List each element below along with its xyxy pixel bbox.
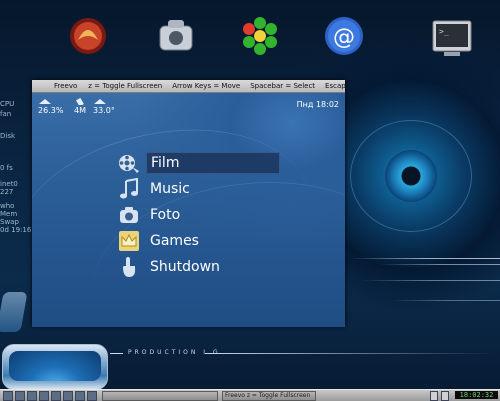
menu-item-music[interactable]: Music (118, 176, 345, 202)
wallpaper-shape (0, 292, 28, 332)
menu-item-shutdown[interactable]: Shutdown (118, 254, 345, 280)
wallpaper-streak (350, 258, 500, 259)
svg-text:@: @ (333, 25, 355, 50)
at-mail-icon[interactable]: @ (322, 14, 366, 58)
hand-icon (118, 256, 140, 278)
hint-move: Arrow Keys = Move (172, 82, 241, 90)
monitor-label: CPU (0, 100, 15, 108)
memory-status: 4M (74, 98, 88, 115)
music-note-icon (118, 178, 140, 200)
divider (110, 353, 123, 354)
temperature-value: 33.0° (93, 106, 115, 115)
memory-value: 4M (74, 106, 86, 115)
taskbar-clock: 18:02:32 (455, 391, 498, 399)
temperature-icon (94, 99, 106, 104)
taskbar: Freevo z = Toggle Fullscreen 18:02:32 (0, 389, 500, 401)
menu-item-label: Foto (150, 207, 181, 223)
memory-icon (76, 98, 84, 105)
status-bar: 26.3% 4M 33.0° Пнд 18:02 (36, 98, 341, 118)
menu-item-film[interactable]: Film (118, 150, 345, 176)
hint-fullscreen: z = Toggle Fullscreen (88, 82, 163, 90)
hint-escape: Escape = Stop/Pre... (325, 82, 345, 90)
menu-item-foto[interactable]: Foto (118, 202, 345, 228)
wallpaper-streak (390, 300, 500, 301)
monitor-label: 227 (0, 188, 14, 196)
taskbar-item-label: Freevo (225, 392, 247, 399)
monitor-label: 0 fs (0, 164, 13, 172)
camera-icon (118, 204, 140, 226)
window-titlebar[interactable]: Freevo z = Toggle Fullscreen Arrow Keys … (32, 80, 345, 93)
monitor-label: fan (0, 110, 12, 118)
camera-icon[interactable] (154, 14, 198, 58)
taskbar-item-label: z = Toggle Fullscreen (246, 392, 311, 399)
clock: Пнд 18:02 (296, 100, 339, 109)
menu-item-label: Film (146, 152, 281, 174)
wallpaper-streak (360, 280, 500, 281)
wallpaper-streak (380, 264, 500, 265)
svg-text:>_: >_ (439, 27, 449, 36)
wallpaper-eye-iris (385, 150, 437, 202)
hint-select: Spacebar = Select (250, 82, 316, 90)
freevo-main-menu: 26.3% 4M 33.0° Пнд 18:02 Film Music Foto… (32, 93, 345, 327)
menu-item-label: Games (150, 233, 199, 249)
cpu-status: 26.3% (38, 98, 63, 115)
window-title: Freevo (54, 82, 78, 90)
cpu-value: 26.3% (38, 106, 64, 115)
menu-item-label: Music (150, 181, 190, 197)
film-reel-icon (118, 152, 140, 174)
menu-item-label: Shutdown (150, 259, 220, 275)
monitor-label: 0d 19:16 (0, 226, 32, 234)
terminal-icon[interactable]: >_ (430, 16, 474, 60)
crown-icon (118, 230, 140, 252)
system-monitor: CPU fan Disk 0 fs inet0 227 who Mem Swap… (0, 26, 31, 234)
widget-display (9, 351, 101, 381)
freevo-window[interactable]: Freevo z = Toggle Fullscreen Arrow Keys … (32, 80, 345, 327)
menu-item-games[interactable]: Games (118, 228, 345, 254)
monitor-label: Disk (0, 132, 16, 140)
phoenix-icon[interactable] (66, 14, 110, 58)
divider (205, 353, 495, 354)
icq-flower-icon[interactable] (238, 14, 282, 58)
media-widget[interactable] (2, 344, 108, 390)
temperature-status: 33.0° (93, 98, 115, 115)
cpu-icon (39, 99, 51, 104)
main-menu-list: Film Music Foto Games Shutdown (118, 150, 345, 280)
